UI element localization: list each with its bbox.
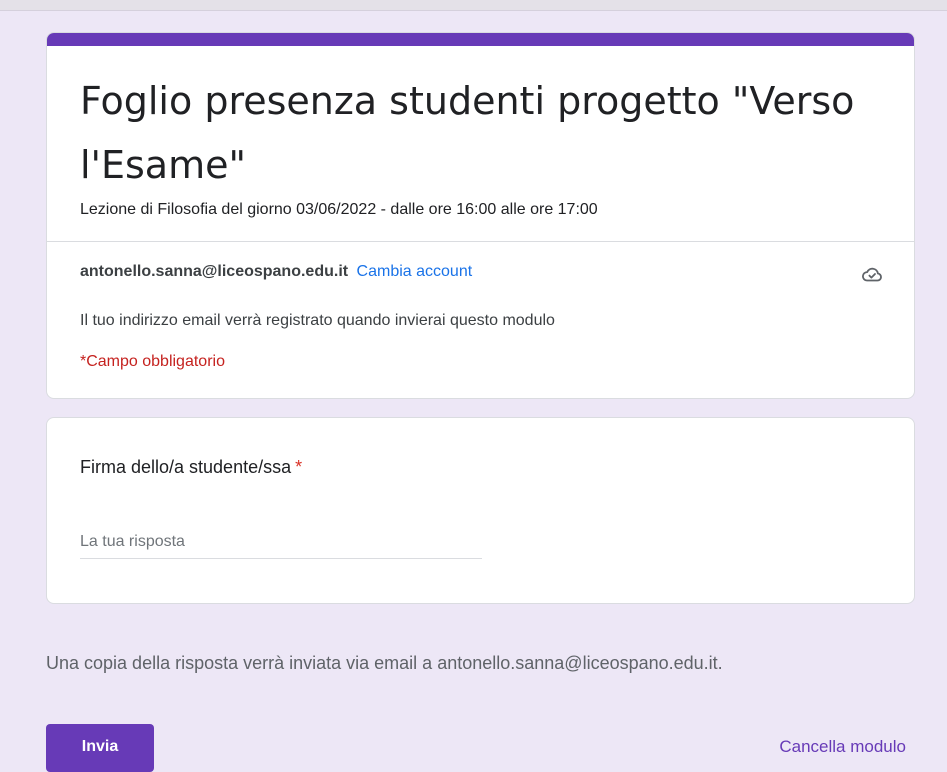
form-description: Lezione di Filosofia del giorno 03/06/20… bbox=[80, 201, 598, 218]
question-card: Firma dello/a studente/ssa * bbox=[46, 417, 915, 604]
switch-account-link[interactable]: Cambia account bbox=[357, 263, 473, 280]
header-accent-bar bbox=[47, 33, 914, 46]
required-asterisk: * bbox=[295, 457, 303, 477]
question-label: Firma dello/a studente/ssa * bbox=[80, 457, 302, 478]
form-title: Foglio presenza studenti progetto "Verso… bbox=[80, 79, 855, 187]
copy-email-note: Una copia della risposta verrà inviata v… bbox=[46, 653, 723, 673]
account-row: antonello.sanna@liceospano.edu.it Cambia… bbox=[80, 263, 472, 281]
header-divider bbox=[47, 241, 914, 242]
form-header-card: Foglio presenza studenti progetto "Verso… bbox=[46, 32, 915, 399]
clear-form-button[interactable]: Cancella modulo bbox=[779, 737, 906, 757]
answer-input[interactable] bbox=[80, 526, 482, 559]
email-recorded-note: Il tuo indirizzo email verrà registrato … bbox=[80, 312, 555, 329]
required-field-note: *Campo obbligatorio bbox=[80, 353, 225, 370]
account-email: antonello.sanna@liceospano.edu.it bbox=[80, 263, 349, 280]
cloud-done-icon bbox=[860, 262, 884, 286]
submit-button[interactable]: Invia bbox=[46, 724, 154, 772]
question-text: Firma dello/a studente/ssa bbox=[80, 457, 292, 477]
browser-top-edge bbox=[0, 0, 947, 11]
